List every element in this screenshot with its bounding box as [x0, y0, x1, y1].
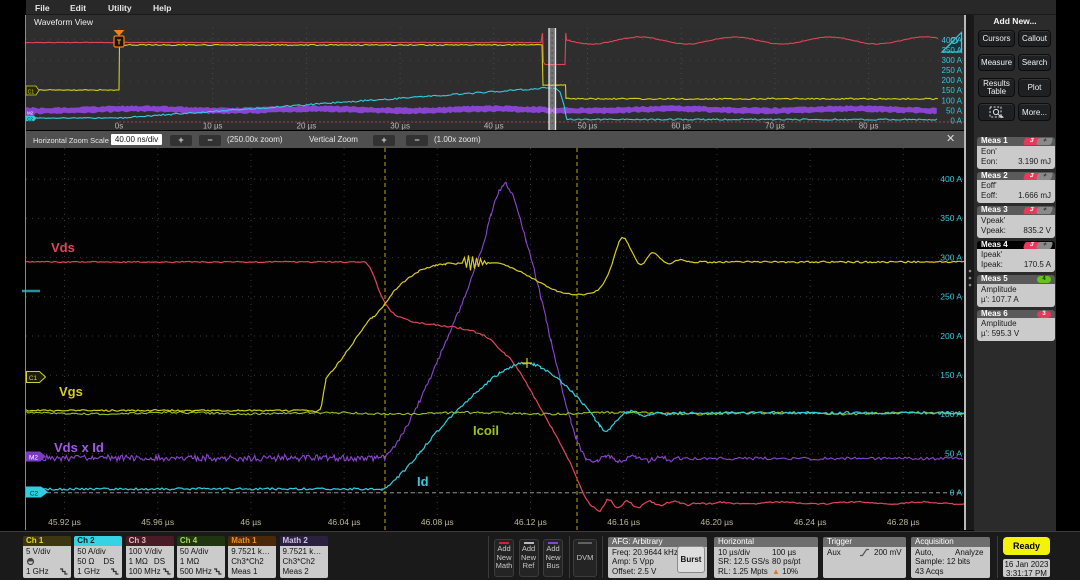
svg-text:0 A: 0 A [950, 116, 962, 125]
svg-text:C1: C1 [28, 90, 35, 96]
svg-text:150 A: 150 A [940, 370, 962, 380]
svg-text:400 A: 400 A [942, 36, 963, 45]
svg-text:200 A: 200 A [942, 76, 963, 85]
svg-text:45.96 µs: 45.96 µs [141, 517, 174, 527]
svg-text:350 A: 350 A [940, 213, 962, 223]
svg-text:C1: C1 [29, 375, 38, 382]
svg-text:400 A: 400 A [940, 174, 962, 184]
svg-text:150 A: 150 A [942, 86, 963, 95]
svg-text:46.16 µs: 46.16 µs [607, 517, 640, 527]
svg-text:T: T [117, 40, 122, 47]
svg-text:100 A: 100 A [942, 96, 963, 105]
svg-text:10 µs: 10 µs [203, 122, 223, 131]
svg-text:300 A: 300 A [942, 56, 963, 65]
svg-text:46 µs: 46 µs [240, 517, 261, 527]
svg-text:20 µs: 20 µs [297, 122, 317, 131]
svg-text:46.28 µs: 46.28 µs [887, 517, 920, 527]
svg-text:80 µs: 80 µs [859, 122, 879, 131]
svg-text:46.04 µs: 46.04 µs [328, 517, 361, 527]
svg-text:45.92 µs: 45.92 µs [48, 517, 81, 527]
svg-text:M2: M2 [29, 455, 38, 462]
svg-text:46.24 µs: 46.24 µs [794, 517, 827, 527]
svg-text:C2: C2 [27, 117, 33, 122]
svg-text:70 µs: 70 µs [765, 122, 785, 131]
svg-text:50 µs: 50 µs [578, 122, 598, 131]
svg-text:200 A: 200 A [940, 331, 962, 341]
svg-text:40 µs: 40 µs [484, 122, 504, 131]
svg-text:M2: M2 [27, 111, 34, 116]
svg-text:50 A: 50 A [946, 106, 963, 115]
svg-text:250 A: 250 A [942, 66, 963, 75]
svg-text:0 A: 0 A [950, 488, 963, 498]
svg-text:46.08 µs: 46.08 µs [421, 517, 454, 527]
svg-text:0s: 0s [115, 122, 123, 131]
svg-text:250 A: 250 A [940, 292, 962, 302]
svg-text:C2: C2 [30, 490, 39, 497]
svg-text:46.12 µs: 46.12 µs [514, 517, 547, 527]
svg-text:350 A: 350 A [942, 46, 963, 55]
svg-text:60 µs: 60 µs [671, 122, 691, 131]
svg-text:46.20 µs: 46.20 µs [701, 517, 734, 527]
svg-text:50 A: 50 A [945, 448, 962, 458]
svg-text:30 µs: 30 µs [390, 122, 410, 131]
